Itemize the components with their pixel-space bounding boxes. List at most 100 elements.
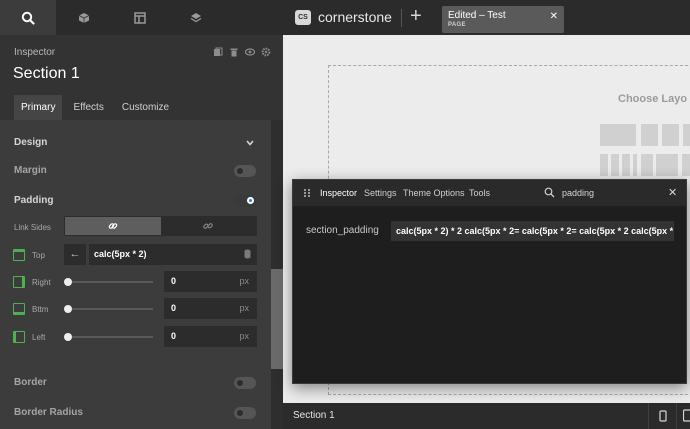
tab-customize[interactable]: Customize bbox=[115, 95, 176, 120]
modal-search-input[interactable]: padding bbox=[562, 188, 594, 198]
divider bbox=[676, 403, 677, 429]
tab-primary[interactable]: Primary bbox=[14, 95, 63, 120]
app-logo-text: cornerstone bbox=[318, 9, 392, 25]
modal-header[interactable]: Inspector Settings Theme Options Tools p… bbox=[293, 180, 686, 206]
padding-label: Padding bbox=[14, 195, 54, 206]
plus-icon[interactable]: + bbox=[410, 5, 422, 28]
modal-tab-theme-options[interactable]: Theme Options bbox=[403, 188, 465, 198]
scrollbar-thumb[interactable] bbox=[271, 269, 283, 369]
divider bbox=[401, 9, 402, 27]
page-tab[interactable]: Edited – Test PAGE ✕ bbox=[442, 6, 564, 33]
side-right-icon bbox=[13, 276, 25, 288]
cube-icon bbox=[78, 12, 90, 23]
layers-icon bbox=[190, 12, 202, 22]
tab-effects[interactable]: Effects bbox=[66, 95, 110, 120]
design-label: Design bbox=[14, 137, 48, 148]
drag-handle-icon[interactable] bbox=[303, 188, 311, 198]
margin-toggle[interactable] bbox=[234, 165, 256, 177]
modal-tab-inspector[interactable]: Inspector bbox=[320, 188, 357, 198]
setting-value-input[interactable]: calc(5px * 2) * 2 calc(5px * 2= calc(5px… bbox=[391, 221, 674, 241]
padding-left-input[interactable]: 0 px bbox=[164, 326, 257, 347]
divider bbox=[648, 403, 649, 429]
layout-option[interactable] bbox=[641, 124, 658, 146]
top-bar: CS cornerstone + Edited – Test PAGE ✕ bbox=[283, 0, 690, 35]
side-left-label: Left bbox=[32, 333, 46, 342]
sidebar-top-tabs bbox=[0, 0, 283, 35]
page-tab-title: Edited – Test bbox=[448, 10, 506, 21]
padding-left-value: 0 bbox=[171, 331, 177, 341]
padding-right-unit[interactable]: px bbox=[239, 276, 249, 286]
inspector-actions bbox=[213, 47, 271, 57]
eye-icon[interactable] bbox=[244, 47, 256, 57]
layout-icon bbox=[134, 11, 146, 24]
design-section-header[interactable]: Design bbox=[0, 130, 271, 156]
border-radius-label: Border Radius bbox=[14, 407, 83, 418]
slider-knob[interactable] bbox=[64, 278, 72, 286]
layout-option[interactable] bbox=[600, 154, 608, 176]
padding-top-input[interactable]: calc(5px * 2) bbox=[89, 244, 257, 265]
setting-key: section_padding bbox=[306, 225, 379, 236]
layout-option[interactable] bbox=[611, 154, 619, 176]
padding-right-value: 0 bbox=[171, 276, 177, 286]
layout-option[interactable] bbox=[622, 154, 630, 176]
breadcrumb-section[interactable]: Section 1 bbox=[293, 410, 335, 421]
layout-option[interactable] bbox=[600, 124, 636, 146]
mobile-icon[interactable] bbox=[659, 410, 667, 422]
layout-option[interactable] bbox=[641, 154, 653, 176]
page-tab-type: PAGE bbox=[448, 22, 466, 28]
inspector-modal: Inspector Settings Theme Options Tools p… bbox=[292, 179, 687, 384]
side-bottom-label: Bttm bbox=[32, 305, 49, 314]
side-top-icon bbox=[13, 249, 25, 261]
side-bottom-icon bbox=[13, 303, 25, 315]
tab-layers[interactable] bbox=[168, 0, 224, 35]
padding-left-unit[interactable]: px bbox=[239, 331, 249, 341]
side-left-icon bbox=[13, 331, 25, 343]
trash-icon[interactable] bbox=[229, 47, 239, 57]
padding-right-input[interactable]: 0 px bbox=[164, 271, 257, 292]
side-right-label: Right bbox=[32, 278, 51, 287]
choose-layout-text: Choose Layo bbox=[618, 93, 688, 105]
copy-icon[interactable] bbox=[213, 47, 223, 57]
tab-elements[interactable] bbox=[56, 0, 112, 35]
tab-layout[interactable] bbox=[112, 0, 168, 35]
back-arrow-icon[interactable]: ← bbox=[64, 244, 86, 265]
search-icon bbox=[544, 187, 555, 198]
link-sides-control bbox=[64, 216, 257, 236]
border-toggle[interactable] bbox=[234, 377, 256, 389]
layout-option[interactable] bbox=[656, 154, 678, 176]
slider-knob[interactable] bbox=[64, 333, 72, 341]
padding-bottom-unit[interactable]: px bbox=[239, 303, 249, 313]
gear-icon[interactable] bbox=[261, 47, 271, 57]
tab-search[interactable] bbox=[0, 0, 56, 35]
slider-knob[interactable] bbox=[64, 305, 72, 313]
padding-left-slider[interactable] bbox=[64, 333, 153, 341]
padding-toggle[interactable] bbox=[234, 195, 256, 207]
side-top-label: Top bbox=[32, 251, 45, 260]
close-icon[interactable]: ✕ bbox=[550, 11, 558, 22]
close-icon[interactable]: ✕ bbox=[668, 186, 677, 199]
element-title: Section 1 bbox=[13, 65, 80, 82]
padding-bottom-input[interactable]: 0 px bbox=[164, 298, 257, 319]
padding-bottom-value: 0 bbox=[171, 303, 177, 313]
inspector-header: Inspector Section 1 Primary Effects Cust… bbox=[0, 35, 283, 120]
search-icon bbox=[21, 11, 35, 25]
margin-row: Margin bbox=[0, 158, 271, 184]
padding-bottom-slider[interactable] bbox=[64, 305, 153, 313]
border-row: Border bbox=[0, 370, 271, 396]
border-radius-toggle[interactable] bbox=[234, 407, 256, 419]
border-radius-row: Border Radius bbox=[0, 400, 271, 426]
link-sides-on[interactable] bbox=[65, 217, 161, 235]
margin-label: Margin bbox=[14, 165, 47, 176]
border-label: Border bbox=[14, 377, 47, 388]
layout-option[interactable] bbox=[662, 124, 679, 146]
link-sides-off[interactable] bbox=[161, 217, 256, 235]
padding-right-slider[interactable] bbox=[64, 278, 153, 286]
modal-tab-tools[interactable]: Tools bbox=[469, 188, 490, 198]
layout-option[interactable] bbox=[683, 124, 690, 146]
chevron-down-icon bbox=[246, 140, 254, 146]
layout-option[interactable] bbox=[633, 154, 637, 176]
modal-tab-settings[interactable]: Settings bbox=[364, 188, 397, 198]
tablet-icon[interactable] bbox=[683, 409, 690, 422]
layout-option[interactable] bbox=[682, 154, 690, 176]
database-icon[interactable] bbox=[244, 249, 251, 259]
